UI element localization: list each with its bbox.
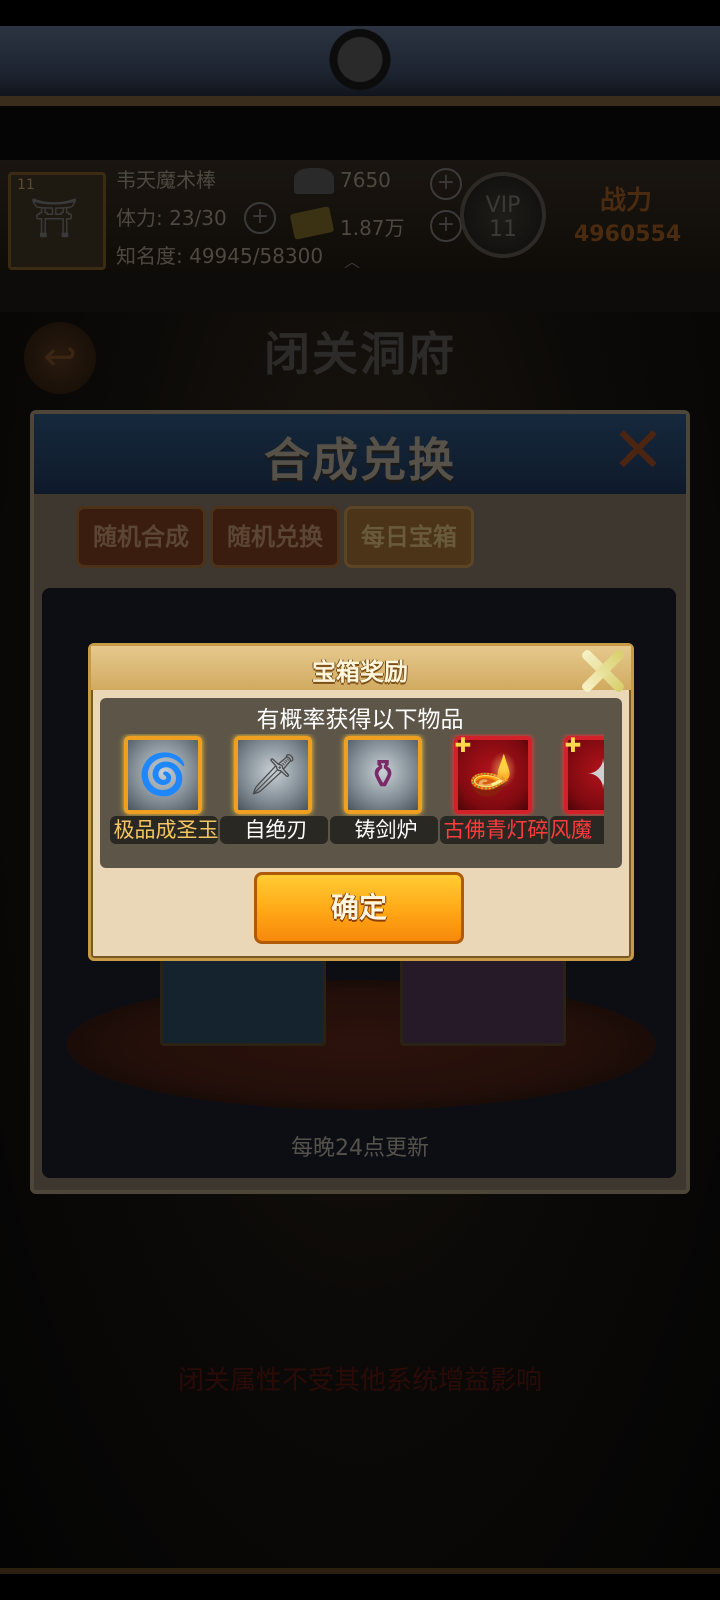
item-name: 风魔 <box>550 818 592 842</box>
reward-subtitle: 有概率获得以下物品 <box>256 707 464 733</box>
power-value: 4960554 <box>574 222 682 247</box>
item-name: 极品成圣玉 <box>113 818 219 842</box>
reward-item[interactable]: 🌀 极品成圣玉 <box>110 734 222 852</box>
confirm-button-label: 确定 <box>330 891 387 924</box>
synthesis-close-icon[interactable]: ✕ <box>604 419 672 483</box>
reward-close-icon[interactable] <box>572 640 634 702</box>
chest-platform <box>66 980 656 1110</box>
reward-item[interactable]: ✦ ✚ 风魔 <box>550 734 604 852</box>
divider <box>0 106 720 166</box>
vip-badge[interactable]: VIP 11 <box>460 172 546 258</box>
purple-chest-icon[interactable] <box>400 950 566 1046</box>
tab-daily-chest[interactable]: 每日宝箱 <box>344 506 474 568</box>
silver-amount: 7650 <box>340 168 391 192</box>
cloud-ornament-icon <box>310 28 410 98</box>
blade-icon: 🗡 <box>247 752 299 798</box>
player-name: 韦天魔术棒 <box>116 168 216 192</box>
blue-chest-icon[interactable] <box>160 950 326 1046</box>
bottom-divider <box>0 1568 720 1574</box>
add-stamina-button[interactable]: + <box>244 202 276 234</box>
tab-random-synthesis[interactable]: 随机合成 <box>76 506 206 568</box>
power-label: 战力 <box>600 186 653 216</box>
collapse-chevron-icon[interactable]: ︿ <box>344 248 374 271</box>
refresh-note: 每晚24点更新 <box>291 1136 429 1161</box>
fragment-puzzle-icon: ✚ <box>454 734 472 757</box>
reward-items-strip[interactable]: 🌀 极品成圣玉 🗡 自绝刃 ⚱ 铸剑炉 🪔 ✚ 古佛青灯碎 ✦ ✚ 风魔 <box>104 734 604 852</box>
stamina-text: 体力: 23/30 <box>116 206 227 230</box>
pagoda-icon: ⛩ <box>30 196 79 240</box>
reward-item[interactable]: 🪔 ✚ 古佛青灯碎 <box>440 734 552 852</box>
status-bar <box>0 0 720 26</box>
item-name: 古佛青灯碎 <box>443 818 549 842</box>
silver-ingot-icon <box>294 168 334 194</box>
fragment-puzzle-icon: ✚ <box>564 734 582 757</box>
vip-label: VIP <box>485 193 521 218</box>
furnace-icon: ⚱ <box>366 752 400 798</box>
stage-band <box>0 272 720 312</box>
jade-swirl-icon: 🌀 <box>138 752 188 798</box>
fame-text: 知名度: 49945/58300 <box>116 244 324 268</box>
item-name: 铸剑炉 <box>354 818 418 842</box>
avatar-level: 11 <box>17 177 35 193</box>
item-name: 自绝刃 <box>244 818 308 842</box>
tab-random-exchange[interactable]: 随机兑换 <box>210 506 340 568</box>
add-gold-button[interactable]: + <box>430 210 462 242</box>
reward-item[interactable]: ⚱ 铸剑炉 <box>330 734 442 852</box>
reward-item[interactable]: 🗡 自绝刃 <box>220 734 332 852</box>
add-silver-button[interactable]: + <box>430 168 462 200</box>
bottom-notice: 闭关属性不受其他系统增益影响 <box>177 1366 542 1396</box>
vip-level: 11 <box>489 217 517 242</box>
gold-amount: 1.87万 <box>340 216 405 240</box>
scene-title: 闭关洞府 <box>264 327 456 381</box>
